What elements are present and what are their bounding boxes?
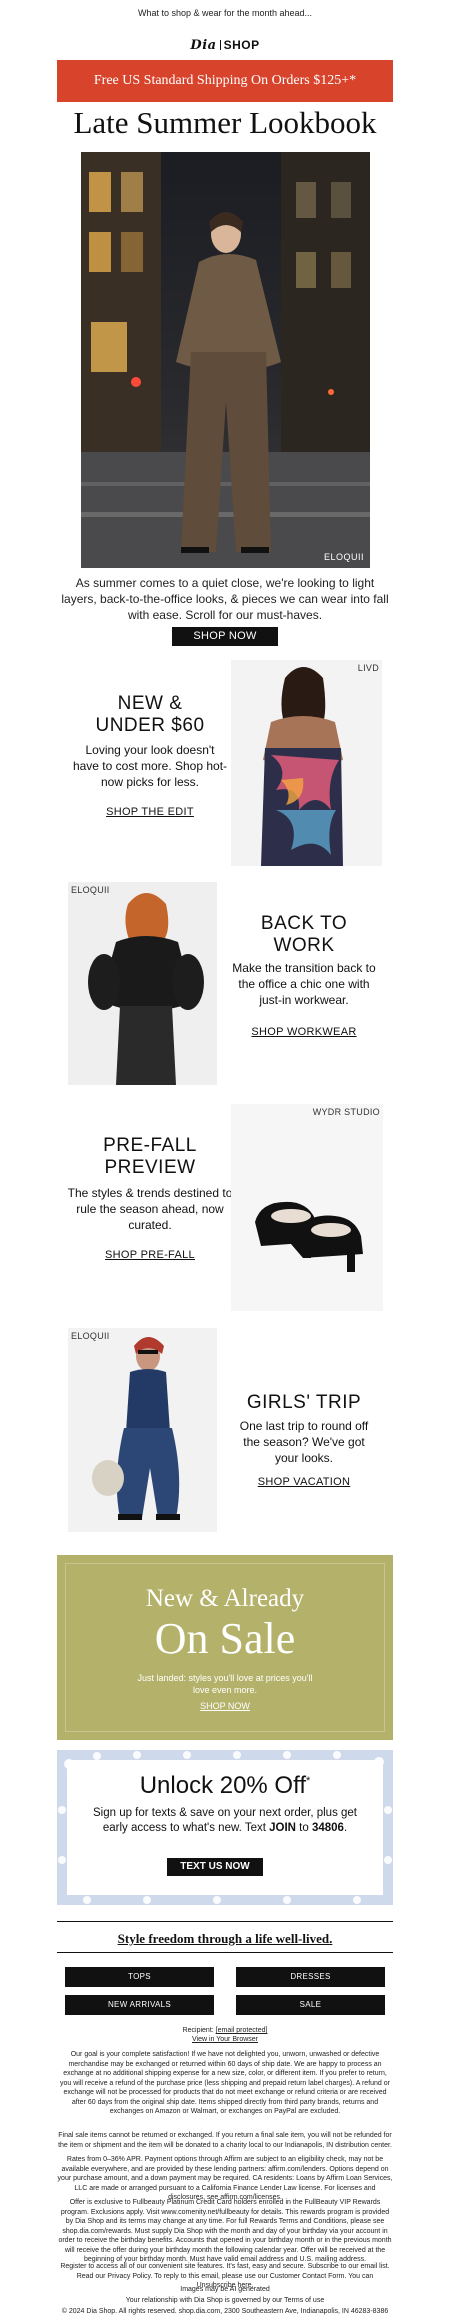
back-to-work-body: Make the transition back to the office a…	[232, 961, 376, 1007]
recipient-label: Recipient:	[182, 2027, 214, 2034]
view-in-browser-link[interactable]: View in Your Browser	[57, 2035, 393, 2045]
back-to-work-heading: BACK TO WORK	[224, 913, 384, 957]
unlock-number: 34806	[311, 1822, 344, 1834]
back-to-work-heading-line1: BACK TO	[260, 913, 348, 934]
girls-trip-image[interactable]: ELOQUII	[68, 1328, 217, 1532]
pre-fall-heading: PRE-FALL PREVIEW	[70, 1135, 230, 1179]
nav-sale-button[interactable]: SALE	[236, 1995, 385, 2015]
recipient-email[interactable]: [email protected]	[216, 2027, 268, 2034]
intro-text: As summer comes to a quiet close, we're …	[61, 576, 389, 622]
hero-photo-illustration	[81, 152, 370, 568]
affirm-rates-text: Rates from 0–36% APR. Payment options th…	[57, 2156, 393, 2201]
returns-policy-text: Our goal is your complete satisfaction! …	[60, 2051, 390, 2115]
back-to-work-image-label: ELOQUII	[71, 885, 110, 895]
shop-workwear-link[interactable]: SHOP WORKWEAR	[224, 1026, 384, 1038]
logo-brand: Dia	[190, 38, 217, 53]
nav-new-arrivals-button[interactable]: NEW ARRIVALS	[65, 1995, 214, 2015]
girls-trip-body: One last trip to round off the season? W…	[239, 1419, 369, 1465]
unlock-keyword: JOIN	[269, 1822, 296, 1834]
copyright-text: © 2024 Dia Shop. All rights reserved. sh…	[61, 2308, 389, 2315]
girls-trip-photo-illustration	[68, 1328, 217, 1532]
pre-fall-body: The styles & trends destined to rule the…	[67, 1186, 233, 1232]
logo-divider	[219, 40, 221, 50]
new-under-image[interactable]: LIVD	[231, 660, 382, 866]
nav-tops-button[interactable]: TOPS	[65, 1967, 214, 1987]
unlock-heading-text: Unlock 20% Off	[139, 1772, 307, 1799]
new-under-heading-line1: NEW &	[117, 693, 183, 714]
shipping-banner[interactable]: Free US Standard Shipping On Orders $125…	[57, 60, 393, 102]
new-under-photo-illustration	[231, 660, 382, 866]
hero-brand-label: ELOQUII	[323, 552, 364, 562]
sale-heading-line2: On Sale	[154, 1614, 296, 1663]
back-to-work-heading-line2: WORK	[273, 935, 335, 956]
hero-image[interactable]: ELOQUII	[81, 152, 370, 568]
unlock-body-end: .	[343, 1822, 348, 1834]
pre-fall-photo-illustration	[231, 1104, 383, 1311]
final-sale-text: Final sale items cannot be returned or e…	[58, 2132, 392, 2149]
pre-fall-image[interactable]: WYDR STUDIO	[231, 1104, 383, 1311]
tagline-link[interactable]: Style freedom through a life well-lived.	[57, 1931, 393, 1947]
pre-fall-heading-line2: PREVIEW	[104, 1157, 196, 1178]
sms-signup-card: Unlock 20% Off* Sign up for texts & save…	[67, 1760, 383, 1895]
page-title: Late Summer Lookbook	[73, 105, 377, 140]
new-under-body: Loving your look doesn't have to cost mo…	[72, 743, 228, 789]
sale-body: Just landed: styles you'll love at price…	[137, 1673, 313, 1695]
sms-signup-block[interactable]: Unlock 20% Off* Sign up for texts & save…	[57, 1750, 393, 1905]
divider-bottom	[57, 1952, 393, 1953]
pre-fall-heading-line1: PRE-FALL	[103, 1135, 197, 1156]
sale-heading-line1: New & Already	[145, 1585, 305, 1612]
shop-pre-fall-link[interactable]: SHOP PRE-FALL	[70, 1249, 230, 1261]
new-under-heading-line2: UNDER $60	[95, 715, 205, 736]
back-to-work-photo-illustration	[68, 882, 217, 1085]
terms-text[interactable]: Your relationship with Dia Shop is gover…	[57, 2296, 393, 2306]
nav-dresses-button[interactable]: DRESSES	[236, 1967, 385, 1987]
logo-shop: SHOP	[223, 38, 260, 52]
shop-now-button[interactable]: SHOP NOW	[172, 627, 278, 646]
rewards-offer-text: Offer is exclusive to Fullbeauty Platinu…	[58, 2199, 392, 2263]
unlock-heading-mark: *	[306, 1775, 311, 1787]
new-under-image-label: LIVD	[357, 663, 379, 673]
pre-fall-image-label: WYDR STUDIO	[312, 1107, 380, 1117]
girls-trip-heading: GIRLS' TRIP	[246, 1392, 362, 1413]
brand-logo[interactable]: Dia SHOP	[0, 38, 450, 53]
preheader-text: What to shop & wear for the month ahead.…	[137, 8, 313, 18]
girls-trip-image-label: ELOQUII	[71, 1331, 110, 1341]
text-us-now-button[interactable]: TEXT US NOW	[167, 1858, 263, 1876]
unlock-heading: Unlock 20% Off*	[67, 1772, 383, 1800]
unlock-body-mid: to	[295, 1822, 312, 1834]
back-to-work-image[interactable]: ELOQUII	[68, 882, 217, 1085]
sale-shop-now-link[interactable]: SHOP NOW	[57, 1701, 393, 1711]
unlock-body: Sign up for texts & save on your next or…	[81, 1806, 369, 1836]
sale-block[interactable]: New & Already On Sale Just landed: style…	[57, 1555, 393, 1740]
ai-disclaimer: Images may be AI generated	[180, 2286, 270, 2293]
new-under-heading: NEW & UNDER $60	[70, 693, 230, 737]
divider-top	[57, 1921, 393, 1922]
shop-vacation-link[interactable]: SHOP VACATION	[224, 1476, 384, 1488]
shop-the-edit-link[interactable]: SHOP THE EDIT	[70, 806, 230, 818]
